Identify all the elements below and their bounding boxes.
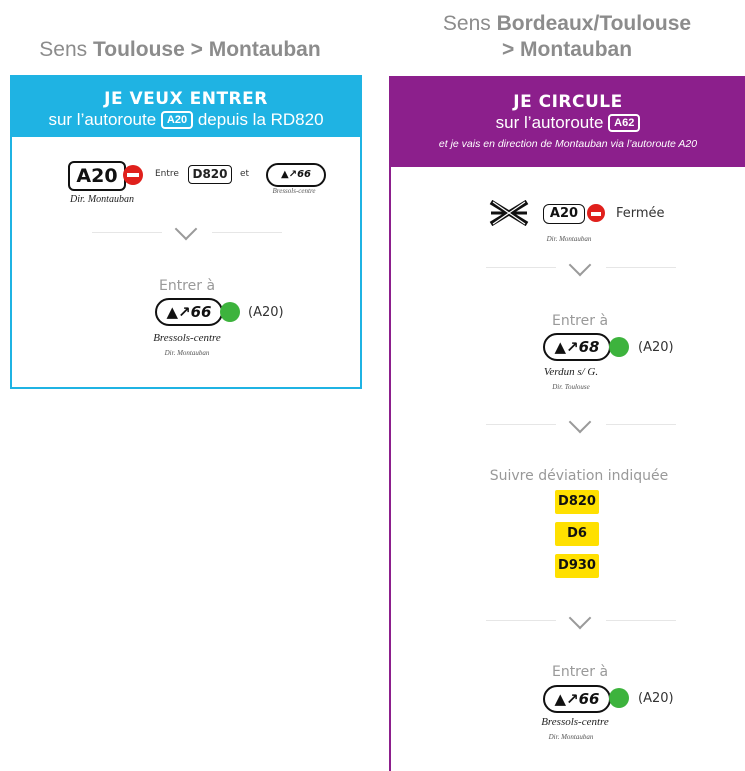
enter-banner-title: JE VEUX ENTRER [104, 89, 268, 109]
motorway-exit-icon: ▲↗ [166, 303, 191, 321]
and-label: et [240, 169, 250, 179]
driving-banner-subtitle: sur l’autoroute A62 [391, 112, 745, 134]
chevron-down-icon [568, 410, 592, 434]
exit-66-road: (A20) [638, 691, 674, 706]
exit-66-badge: ▲↗66 [155, 298, 223, 326]
exit-68-badge: ▲↗68 [543, 333, 611, 361]
exit-66-road: (A20) [248, 305, 284, 320]
exit-66-small-badge: ▲↗66 [266, 163, 326, 187]
a20-road-shield: A20 [68, 161, 126, 191]
a20-inline-badge: A20 [160, 111, 194, 129]
enter-banner: JE VEUX ENTRER sur l’autoroute A20 depui… [12, 77, 360, 137]
detour-label: Suivre déviation indiquée [489, 468, 669, 484]
divider [92, 232, 162, 233]
closed-direction: Dir. Montauban [546, 235, 592, 243]
divider [606, 620, 676, 621]
motorway-exit-icon: ▲↗ [554, 690, 579, 708]
motorway-exit-icon: ▲↗ [281, 169, 298, 180]
enter-at-label: Entrer à [551, 313, 609, 329]
a62-inline-badge: A62 [608, 114, 641, 132]
chevron-down-icon [568, 606, 592, 630]
detour-d6-badge: D6 [555, 522, 599, 546]
enter-at-label: Entrer à [158, 278, 216, 294]
a20-closed-shield: A20 [543, 204, 585, 224]
exit-66-name: Bressols-centre [153, 332, 221, 344]
no-entry-icon [123, 165, 143, 185]
detour-d820-badge: D820 [555, 490, 599, 514]
exit-66-direction: Dir. Montauban [164, 349, 210, 357]
enter-motorway-panel: JE VEUX ENTRER sur l’autoroute A20 depui… [10, 75, 362, 389]
interchange-closed-icon [489, 199, 529, 227]
exit-66-small-caption: Bressols-centre [272, 187, 316, 195]
enter-banner-subtitle: sur l’autoroute A20 depuis la RD820 [48, 110, 324, 129]
divider [486, 424, 556, 425]
driving-banner-note: et je vais en direction de Montauban via… [438, 138, 698, 150]
open-status-icon [609, 337, 629, 357]
detour-d930-badge: D930 [555, 554, 599, 578]
motorway-exit-icon: ▲↗ [554, 338, 579, 356]
divider [606, 424, 676, 425]
exit-66-direction: Dir. Montauban [548, 733, 594, 741]
exit-66-badge: ▲↗66 [543, 685, 611, 713]
chevron-down-icon [568, 253, 592, 277]
divider [212, 232, 282, 233]
driving-banner-title: JE CIRCULE [513, 92, 623, 112]
enter-at-label: Entrer à [551, 664, 609, 680]
no-entry-icon [587, 204, 605, 222]
exit-68-direction: Dir. Toulouse [552, 383, 590, 391]
chevron-down-icon [174, 217, 198, 241]
driving-on-motorway-panel: JE CIRCULE sur l’autoroute A62 et je vai… [389, 76, 745, 771]
exit-66-name: Bressols-centre [541, 716, 609, 728]
exit-68-name: Verdun s/ G. [543, 366, 599, 378]
right-heading: Sens Bordeaux/Toulouse > Montauban [442, 12, 692, 61]
divider [486, 620, 556, 621]
open-status-icon [220, 302, 240, 322]
divider [486, 267, 556, 268]
a20-direction: Dir. Montauban [70, 194, 134, 205]
closed-label: Fermée [616, 206, 665, 221]
driving-banner: JE CIRCULE sur l’autoroute A62 et je vai… [391, 76, 745, 167]
divider [606, 267, 676, 268]
left-heading: Sens Toulouse > Montauban [39, 38, 321, 61]
d820-shield: D820 [188, 165, 232, 184]
open-status-icon [609, 688, 629, 708]
exit-68-road: (A20) [638, 340, 674, 355]
between-label: Entre [155, 169, 179, 179]
